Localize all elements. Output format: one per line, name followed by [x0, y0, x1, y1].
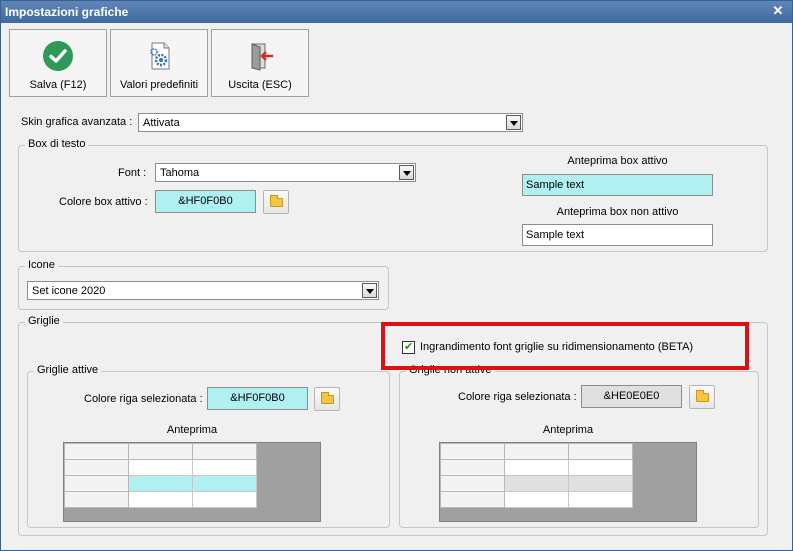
- preview-active-box: Sample text: [522, 174, 713, 196]
- defaults-label: Valori predefiniti: [119, 79, 199, 91]
- inactive-preview-table: [440, 443, 633, 508]
- exit-label: Uscita (ESC): [228, 79, 292, 91]
- close-icon[interactable]: ✕: [770, 3, 786, 19]
- inactive-row-color-label: Colore riga selezionata :: [458, 391, 577, 403]
- active-grid-preview: [63, 442, 321, 522]
- settings-window: Impostazioni grafiche ✕ Salva (F12) Valo…: [0, 0, 793, 551]
- font-value: Tahoma: [160, 167, 200, 179]
- textbox-legend: Box di testo: [25, 138, 89, 150]
- active-preview-table: [64, 443, 257, 508]
- preview-inactive-title: Anteprima box non attivo: [556, 206, 679, 218]
- defaults-button[interactable]: Valori predefiniti: [110, 29, 208, 97]
- grids-legend: Griglie: [25, 315, 63, 327]
- skin-value: Attivata: [143, 117, 180, 129]
- preview-inactive-box: Sample text: [522, 224, 713, 246]
- title-bar: Impostazioni grafiche ✕: [1, 1, 792, 23]
- icon-set-select[interactable]: Set icone 2020: [27, 281, 379, 300]
- folder-icon: [696, 390, 709, 402]
- save-label: Salva (F12): [29, 79, 87, 91]
- active-color-label: Colore box attivo :: [59, 196, 148, 208]
- settings-doc-icon: [150, 42, 170, 70]
- inactive-row-color-field[interactable]: &HE0E0E0: [581, 385, 682, 408]
- icons-legend: Icone: [25, 259, 58, 271]
- active-grids-legend: Griglie attive: [34, 364, 102, 376]
- chevron-down-icon[interactable]: [362, 283, 377, 298]
- chevron-down-icon[interactable]: [399, 165, 414, 180]
- folder-icon: [321, 392, 334, 404]
- enlarge-font-checkbox[interactable]: [402, 340, 415, 354]
- window-title: Impostazioni grafiche: [5, 5, 129, 19]
- preview-active-title: Anteprima box attivo: [567, 155, 668, 167]
- chevron-down-icon[interactable]: [506, 115, 521, 130]
- exit-door-icon: [251, 43, 273, 71]
- active-row-color-field[interactable]: &HF0F0B0: [207, 387, 308, 410]
- skin-label: Skin grafica avanzata :: [21, 116, 133, 128]
- inactive-row-color-picker-button[interactable]: [689, 385, 715, 409]
- check-icon: [43, 41, 73, 71]
- active-color-field[interactable]: &HF0F0B0: [155, 190, 256, 213]
- active-row-color-picker-button[interactable]: [314, 387, 340, 411]
- active-color-picker-button[interactable]: [263, 190, 289, 214]
- active-row-color-label: Colore riga selezionata :: [84, 393, 203, 405]
- inactive-grid-preview: [439, 442, 697, 522]
- font-select[interactable]: Tahoma: [155, 163, 416, 182]
- enlarge-font-label[interactable]: Ingrandimento font griglie su ridimensio…: [418, 341, 696, 353]
- icon-set-value: Set icone 2020: [32, 285, 106, 297]
- save-button[interactable]: Salva (F12): [9, 29, 107, 97]
- skin-select[interactable]: Attivata: [138, 113, 523, 132]
- folder-icon: [270, 195, 283, 207]
- exit-button[interactable]: Uscita (ESC): [211, 29, 309, 97]
- active-preview-title: Anteprima: [166, 424, 218, 436]
- font-label: Font :: [118, 167, 147, 179]
- inactive-preview-title: Anteprima: [542, 424, 594, 436]
